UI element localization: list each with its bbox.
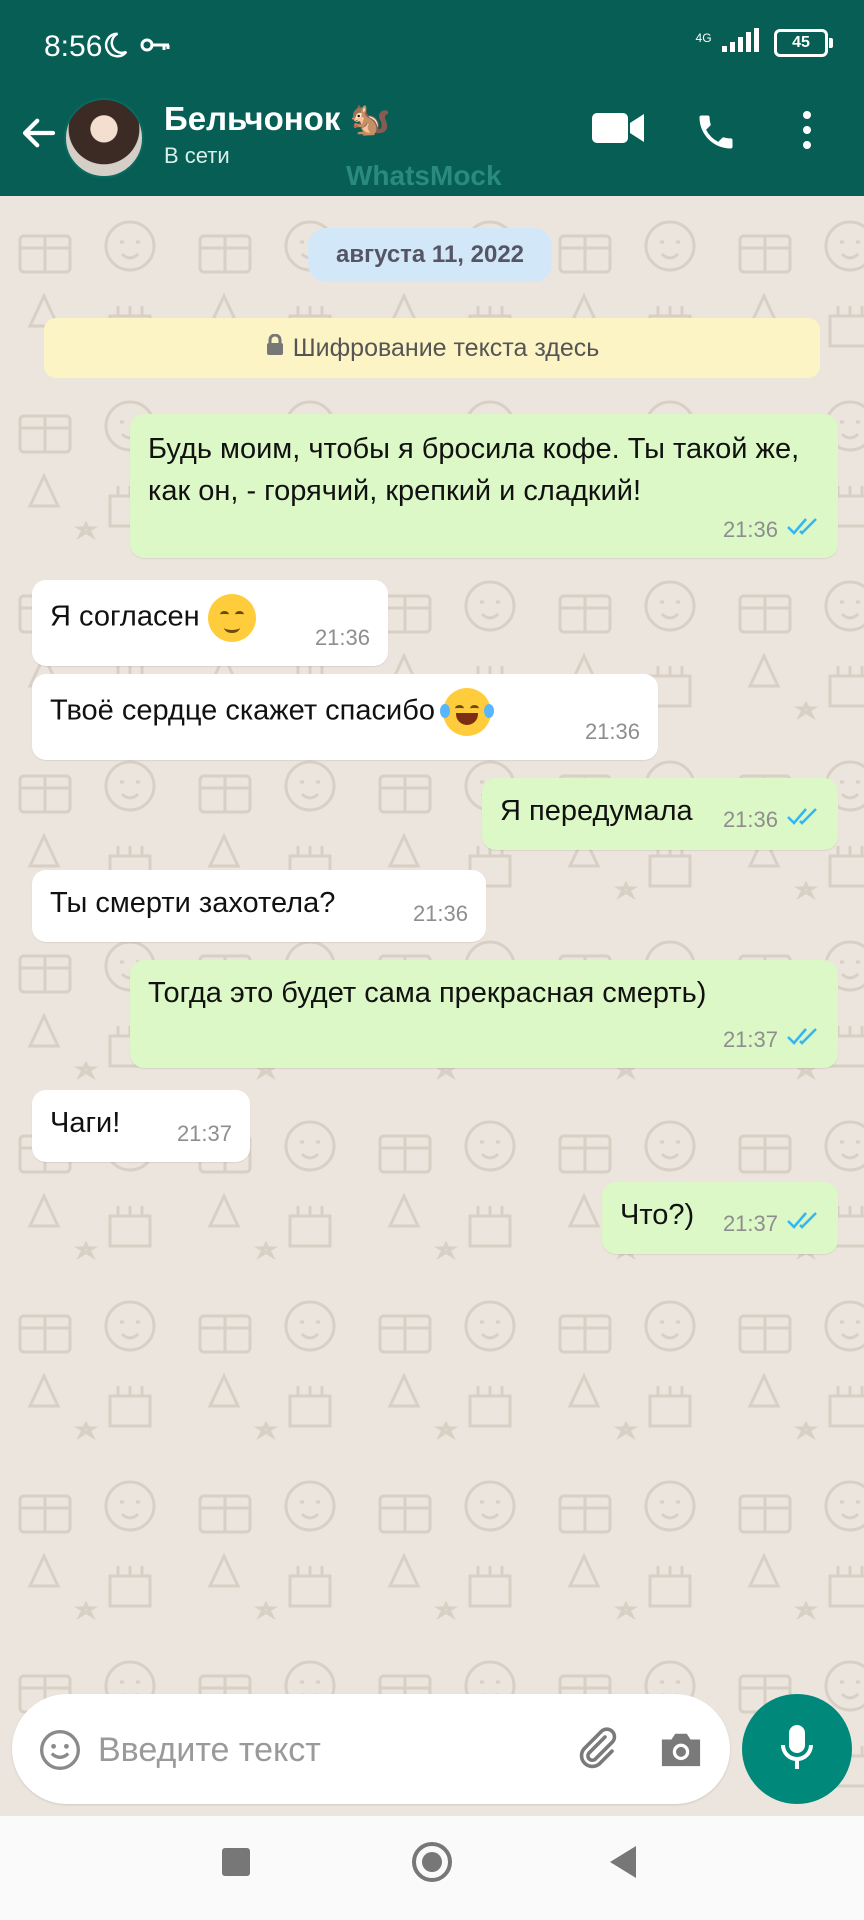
- date-chip: августа 11, 2022: [308, 228, 552, 282]
- message-text: Будь моим, чтобы я бросила кофе. Ты тако…: [148, 433, 800, 508]
- message-meta: 21:37: [723, 1208, 820, 1240]
- message-meta: 21:36: [315, 622, 370, 654]
- lock-icon: [265, 333, 285, 363]
- attach-icon[interactable]: [572, 1724, 620, 1777]
- back-arrow-icon[interactable]: [18, 112, 60, 159]
- message-time: 21:36: [722, 517, 778, 543]
- phone-icon[interactable]: [694, 110, 738, 159]
- video-call-icon[interactable]: [592, 110, 646, 151]
- message-text: Твоё сердце скажет спасибо: [50, 694, 435, 727]
- message-meta: 21:37: [177, 1118, 232, 1150]
- contact-name[interactable]: Бельчонок 🐿️: [164, 100, 391, 139]
- status-indicators: 4G 45: [696, 28, 833, 57]
- message-time: 21:37: [176, 1121, 232, 1147]
- double-check-icon: [786, 514, 820, 546]
- key-icon: [140, 34, 172, 61]
- emoji-icon[interactable]: [38, 1728, 82, 1777]
- message-meta: 21:36: [723, 804, 820, 836]
- more-vert-icon[interactable]: [800, 110, 814, 155]
- contact-avatar[interactable]: [64, 98, 144, 178]
- message-time: 21:36: [722, 807, 778, 833]
- message-time: 21:37: [722, 1027, 778, 1053]
- message-bubble-incoming[interactable]: Чаги! 21:37: [32, 1090, 250, 1162]
- battery-level: 45: [792, 33, 810, 51]
- double-check-icon: [786, 804, 820, 836]
- message-bubble-incoming[interactable]: Я согласен 21:36: [32, 580, 388, 666]
- tears-of-joy-emoji: [439, 688, 494, 736]
- message-time: 21:36: [412, 901, 468, 927]
- message-meta: 21:36: [413, 898, 468, 930]
- network-type: 4G: [695, 31, 712, 45]
- message-bubble-incoming[interactable]: Твоё сердце скажет спасибо 21:36: [32, 674, 658, 760]
- battery-icon: 45: [774, 28, 833, 57]
- message-time: 21:37: [722, 1211, 778, 1237]
- chat-header: 8:56 4G 45 Бельчонок 🐿️ В сети WhatsMock: [0, 0, 864, 196]
- message-bubble-incoming[interactable]: Ты смерти захотела? 21:36: [32, 870, 486, 942]
- message-composer: [12, 1694, 730, 1804]
- moon-icon: [100, 30, 130, 65]
- camera-icon[interactable]: [658, 1728, 704, 1775]
- double-check-icon: [786, 1208, 820, 1240]
- chat-area[interactable]: августа 11, 2022 Шифрование текста здесь…: [0, 196, 864, 1816]
- signal-icon: 4G: [696, 28, 762, 57]
- message-text: Я согласен: [50, 600, 200, 633]
- message-text-row: Твоё сердце скажет спасибо: [50, 688, 640, 736]
- double-check-icon: [786, 1024, 820, 1056]
- message-time: 21:36: [314, 625, 370, 651]
- contact-status: В сети: [164, 143, 230, 168]
- recents-button[interactable]: [222, 1848, 250, 1876]
- message-meta: 21:36: [723, 514, 820, 546]
- app-watermark: WhatsMock: [346, 160, 502, 191]
- encryption-banner[interactable]: Шифрование текста здесь: [44, 318, 820, 378]
- mic-button[interactable]: [742, 1694, 852, 1804]
- message-text: Тогда это будет сама прекрасная смерть): [148, 977, 707, 1009]
- home-button[interactable]: [412, 1842, 452, 1882]
- status-bar: 8:56 4G 45: [0, 0, 864, 96]
- message-meta: 21:36: [585, 716, 640, 748]
- mic-icon: [779, 1723, 815, 1776]
- message-bubble-outgoing[interactable]: Тогда это будет сама прекрасная смерть) …: [130, 960, 838, 1068]
- relieved-face-emoji: [207, 594, 256, 642]
- message-input[interactable]: [96, 1720, 540, 1780]
- back-button[interactable]: [610, 1846, 636, 1878]
- message-bubble-outgoing[interactable]: Что?) 21:37: [602, 1182, 838, 1254]
- message-text: Ты смерти захотела?: [50, 887, 336, 919]
- message-meta: 21:37: [723, 1024, 820, 1056]
- status-time: 8:56: [44, 30, 103, 63]
- encryption-text: Шифрование текста здесь: [292, 333, 600, 362]
- system-nav-bar: [0, 1816, 864, 1920]
- message-bubble-outgoing[interactable]: Я передумала 21:36: [482, 778, 838, 850]
- message-bubble-outgoing[interactable]: Будь моим, чтобы я бросила кофе. Ты тако…: [130, 414, 838, 558]
- message-time: 21:36: [584, 719, 640, 745]
